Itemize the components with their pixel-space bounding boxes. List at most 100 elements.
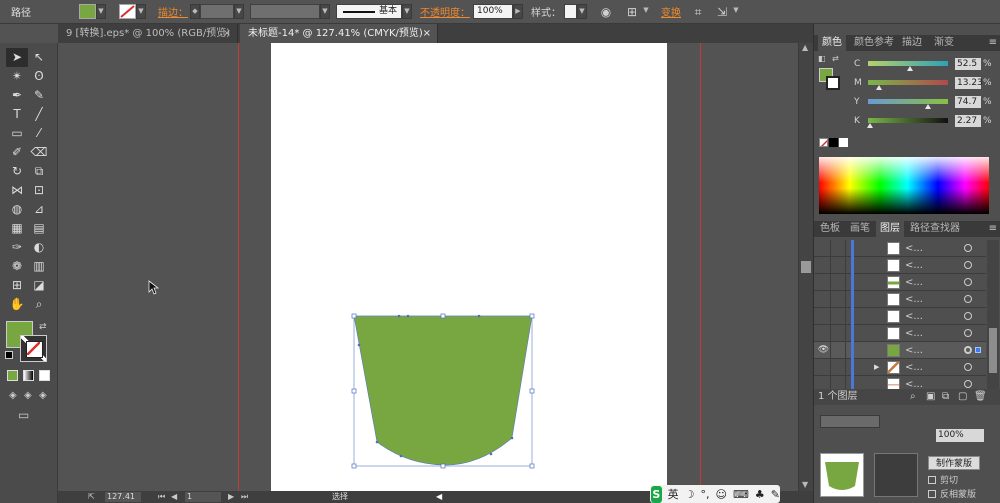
target-icon[interactable]	[964, 346, 972, 354]
expand-arrow-icon[interactable]: ▶	[874, 359, 879, 376]
yellow-track[interactable]	[868, 99, 948, 104]
lock-toggle[interactable]	[832, 257, 846, 274]
layer-name[interactable]: <...	[905, 342, 923, 359]
lock-toggle[interactable]	[832, 274, 846, 291]
layer-name[interactable]: <...	[905, 308, 923, 325]
first-artboard-icon[interactable]: ⏮	[158, 491, 165, 503]
keyboard-icon[interactable]: ⌨	[733, 488, 749, 501]
make-mask-button[interactable]: 制作蒙版	[928, 456, 980, 470]
visibility-toggle[interactable]	[817, 359, 831, 376]
width-tool-icon[interactable]: ⋈	[6, 181, 28, 200]
style-dropdown[interactable]: ▼	[577, 4, 587, 19]
color-spectrum[interactable]	[819, 157, 989, 214]
white-color-chip[interactable]	[839, 138, 848, 147]
stroke-weight-dropdown[interactable]: ▼	[234, 4, 244, 19]
target-icon[interactable]	[964, 295, 972, 303]
lock-toggle[interactable]	[832, 359, 846, 376]
lock-toggle[interactable]	[832, 308, 846, 325]
lock-toggle[interactable]	[832, 291, 846, 308]
vertical-scrollbar[interactable]: ▲ ▼	[798, 43, 813, 491]
artboard[interactable]	[271, 43, 667, 491]
draw-behind-icon[interactable]: ◈	[24, 390, 32, 401]
target-icon[interactable]	[964, 312, 972, 320]
scroll-down-icon[interactable]: ▼	[802, 480, 808, 489]
isolate-object-icon[interactable]: ⌗	[689, 3, 707, 21]
column-graph-tool-icon[interactable]: ▥	[28, 257, 50, 276]
recolor-artwork-icon[interactable]: ◉	[597, 3, 615, 21]
target-icon[interactable]	[964, 278, 972, 286]
black-thumb[interactable]	[866, 123, 873, 128]
brush-dropdown[interactable]: ▼	[402, 4, 412, 19]
opacity-label[interactable]: 不透明度：	[420, 4, 470, 19]
invert-mask-checkbox[interactable]	[928, 490, 936, 498]
layer-name[interactable]: <...	[905, 325, 923, 342]
black-track[interactable]	[868, 118, 948, 123]
tab-color-guide[interactable]: 颜色参考	[850, 35, 898, 51]
ime-language[interactable]: 英	[668, 486, 679, 502]
target-icon[interactable]	[964, 261, 972, 269]
yellow-thumb[interactable]	[924, 104, 931, 109]
clipping-mask-icon[interactable]: ▣	[926, 389, 935, 405]
visibility-toggle[interactable]	[817, 257, 831, 274]
artboard-nav-icon[interactable]: ⇱	[88, 491, 95, 503]
screen-mode-icon[interactable]: ▭	[18, 408, 29, 422]
visibility-toggle[interactable]	[817, 291, 831, 308]
tab-gradient[interactable]: 渐变	[930, 35, 958, 51]
scroll-up-icon[interactable]: ▲	[802, 43, 808, 52]
variable-width-dropdown[interactable]: ▼	[320, 4, 330, 19]
visibility-toggle[interactable]	[817, 274, 831, 291]
selection-indicator[interactable]	[975, 347, 981, 353]
layers-scrollbar[interactable]	[987, 240, 999, 393]
cyan-value[interactable]: 52.5	[955, 58, 981, 70]
draw-mode-icon[interactable]: ◈	[9, 390, 17, 401]
stroke-weight-stepper[interactable]: ◆	[190, 4, 200, 19]
none-mode-icon[interactable]	[39, 370, 50, 381]
close-icon[interactable]: ×	[223, 24, 231, 43]
last-artboard-icon[interactable]: ⏭	[241, 491, 248, 503]
new-sublayer-icon[interactable]: ⧉	[942, 389, 949, 405]
sogou-logo-icon[interactable]: S	[651, 485, 662, 503]
scale-tool-icon[interactable]: ⧉	[28, 162, 50, 181]
stroke-dropdown-arrow[interactable]: ▼	[136, 4, 146, 19]
canvas-area[interactable]	[58, 43, 798, 491]
fill-dropdown-arrow[interactable]: ▼	[96, 4, 106, 19]
new-layer-icon[interactable]: ▢	[958, 389, 967, 405]
color-mode-icon[interactable]	[7, 370, 18, 381]
pencil-tool-icon[interactable]: ✐	[6, 143, 28, 162]
tab-document-1[interactable]: 9 [转换].eps* @ 100% (RGB/预览) ×	[58, 24, 238, 43]
hand-tool-icon[interactable]: ✋	[6, 295, 28, 314]
slice-tool-icon[interactable]: ◪	[28, 276, 50, 295]
perspective-grid-tool-icon[interactable]: ⊿	[28, 200, 50, 219]
close-icon[interactable]: ×	[423, 24, 431, 43]
tab-swatches[interactable]: 色板	[816, 221, 844, 237]
opacity-dropdown[interactable]: ▶	[513, 4, 523, 19]
style-swatch[interactable]	[564, 4, 577, 19]
tab-pathfinder[interactable]: 路径查找器	[906, 221, 964, 237]
blend-tool-icon[interactable]: ◐	[28, 238, 50, 257]
black-value[interactable]: 2.27	[955, 115, 981, 127]
eye-icon[interactable]: 👁	[817, 342, 831, 359]
pen-tool-icon[interactable]: ✒	[6, 86, 28, 105]
panel-menu-icon[interactable]: ≡	[989, 35, 997, 51]
gradient-mode-icon[interactable]	[23, 370, 34, 381]
draw-inside-icon[interactable]: ◈	[39, 390, 47, 401]
layer-row[interactable]: <...	[814, 240, 986, 257]
layer-name[interactable]: <...	[905, 359, 923, 376]
gradient-tool-icon[interactable]: ▤	[28, 219, 50, 238]
layer-name[interactable]: <...	[905, 274, 923, 291]
stroke-label[interactable]: 描边：	[158, 4, 188, 19]
default-colors-icon[interactable]	[5, 351, 13, 359]
fill-swatch-control[interactable]	[79, 4, 96, 19]
align-icon[interactable]: ⊞	[623, 3, 641, 21]
mask-thumbnail[interactable]	[874, 453, 918, 497]
eyedropper-tool-icon[interactable]: ✑	[6, 238, 28, 257]
scroll-thumb[interactable]	[801, 261, 811, 273]
skin-icon[interactable]: ♣	[755, 488, 765, 501]
locate-object-icon[interactable]: ⌕	[910, 389, 916, 405]
layer-name[interactable]: <...	[905, 240, 923, 257]
none-color-icon[interactable]	[819, 138, 828, 147]
clip-checkbox[interactable]	[928, 476, 936, 484]
layer-row[interactable]: <...	[814, 325, 986, 342]
type-tool-icon[interactable]: T	[6, 105, 28, 124]
panel-stroke-swatch[interactable]	[826, 76, 840, 90]
